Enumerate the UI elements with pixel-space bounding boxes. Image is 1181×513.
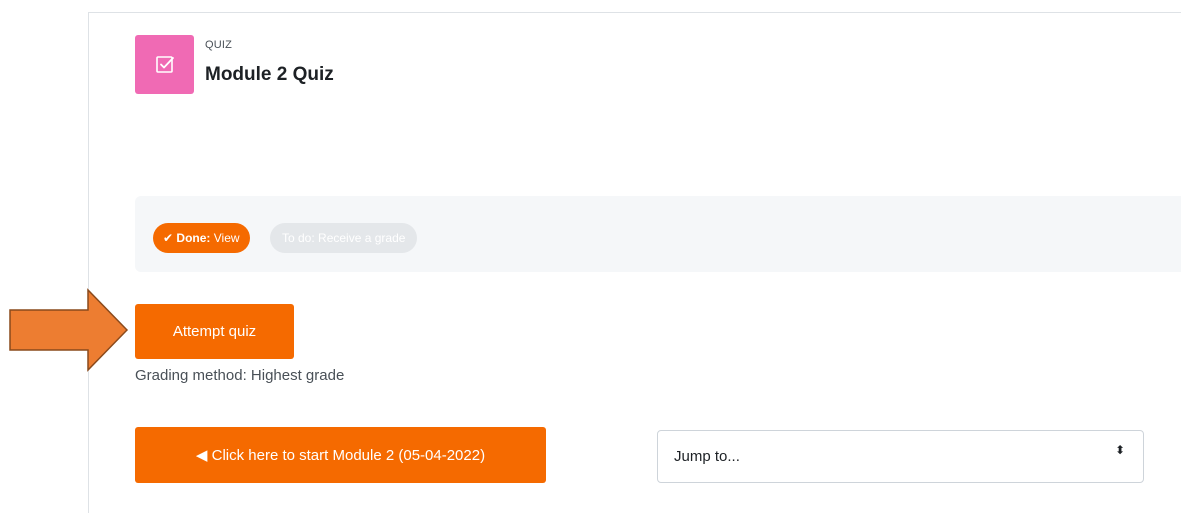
jump-to-select[interactable]: Jump to... ⬍	[657, 430, 1144, 483]
completion-done-badge: ✔ Done: View	[153, 223, 250, 253]
completion-todo-badge: To do: Receive a grade	[270, 223, 418, 253]
right-arrow-icon	[9, 288, 129, 372]
checkbox-check-icon	[155, 55, 174, 73]
top-strip	[88, 0, 1181, 11]
grading-method-text: Grading method: Highest grade	[135, 367, 345, 384]
attempt-quiz-button[interactable]: Attempt quiz	[135, 304, 294, 359]
done-prefix: Done:	[176, 231, 211, 245]
jump-to-label: Jump to...	[674, 448, 740, 465]
activity-type-label: QUIZ	[205, 39, 233, 51]
page-title: Module 2 Quiz	[205, 64, 334, 85]
quiz-checkbox-icon	[135, 35, 194, 94]
done-value: View	[213, 231, 240, 245]
previous-activity-button[interactable]: ◀ Click here to start Module 2 (05-04-20…	[135, 427, 546, 483]
check-icon: ✔	[163, 231, 174, 245]
select-caret-icon: ⬍	[1114, 443, 1125, 457]
